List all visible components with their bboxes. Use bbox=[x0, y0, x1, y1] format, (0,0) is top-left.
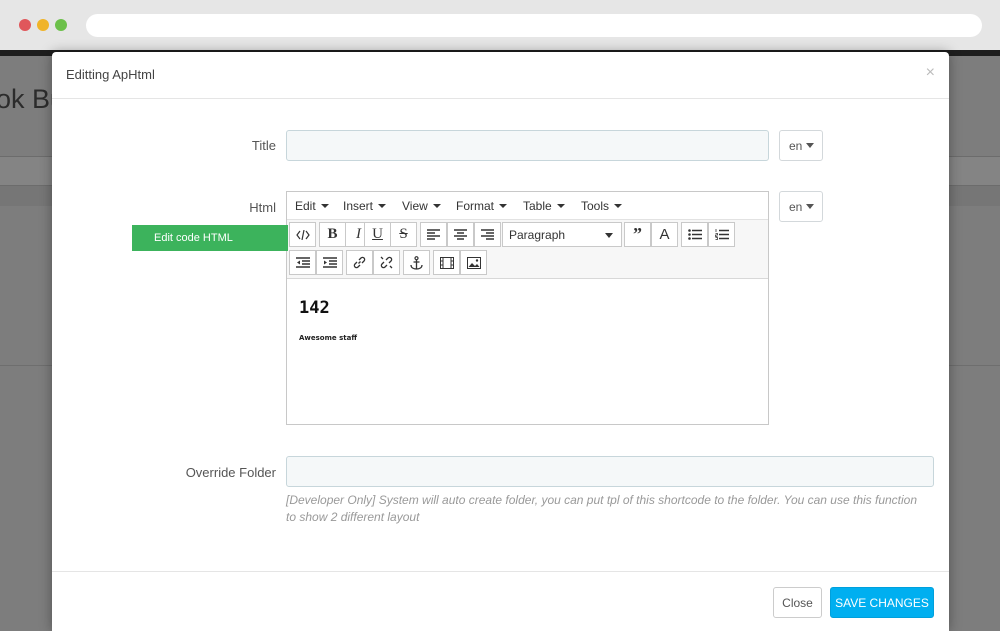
caret-down-icon bbox=[499, 204, 508, 208]
editor-menubar: Edit Insert View Format Table Tools bbox=[287, 192, 768, 220]
menu-format-label: Format bbox=[456, 199, 495, 213]
override-folder-label: Override Folder bbox=[185, 465, 276, 480]
link-icon[interactable] bbox=[346, 250, 373, 275]
align-left-icon[interactable] bbox=[420, 222, 447, 247]
caret-down-icon bbox=[556, 204, 565, 208]
caret-down-icon bbox=[806, 204, 815, 209]
menu-view[interactable]: View bbox=[402, 199, 441, 213]
window-close-dot[interactable] bbox=[19, 19, 31, 31]
caret-down-icon bbox=[378, 204, 387, 208]
blockquote-icon[interactable]: ” bbox=[624, 222, 651, 247]
title-label: Title bbox=[251, 138, 276, 153]
modal-close-icon[interactable]: × bbox=[926, 64, 935, 82]
anchor-icon[interactable] bbox=[403, 250, 430, 275]
align-center-icon[interactable] bbox=[447, 222, 474, 247]
menu-tools[interactable]: Tools bbox=[581, 199, 623, 213]
unlink-icon[interactable] bbox=[373, 250, 400, 275]
caret-down-icon bbox=[614, 204, 623, 208]
editor-toolbar: B I U S Paragraph ” A bbox=[287, 220, 768, 279]
block-format-dropdown[interactable]: Paragraph bbox=[502, 222, 622, 247]
bold-icon[interactable]: B bbox=[319, 222, 346, 247]
address-bar[interactable] bbox=[86, 14, 982, 37]
save-changes-button[interactable]: SAVE CHANGES bbox=[830, 587, 934, 618]
html-label: Html bbox=[249, 200, 276, 215]
outdent-icon[interactable] bbox=[289, 250, 316, 275]
override-folder-input[interactable] bbox=[286, 456, 934, 487]
content-heading: 142 bbox=[299, 298, 330, 318]
caret-down-icon bbox=[432, 204, 441, 208]
block-format-value: Paragraph bbox=[509, 228, 566, 242]
media-icon[interactable] bbox=[433, 250, 460, 275]
menu-tools-label: Tools bbox=[581, 199, 610, 213]
html-language-value: en bbox=[789, 200, 803, 214]
menu-view-label: View bbox=[402, 199, 428, 213]
window-maximize-dot[interactable] bbox=[55, 19, 67, 31]
modal-title: Editting ApHtml bbox=[66, 67, 155, 82]
code-icon[interactable] bbox=[289, 222, 316, 247]
menu-format[interactable]: Format bbox=[456, 199, 508, 213]
override-folder-help: [Developer Only] System will auto create… bbox=[286, 493, 918, 524]
browser-chrome bbox=[0, 0, 1000, 50]
window-minimize-dot[interactable] bbox=[37, 19, 49, 31]
caret-down-icon bbox=[806, 143, 815, 148]
edit-modal: Editting ApHtml × Title en Html en Edit … bbox=[52, 52, 949, 631]
title-language-value: en bbox=[789, 139, 803, 153]
align-right-icon[interactable] bbox=[474, 222, 501, 247]
image-icon[interactable] bbox=[460, 250, 487, 275]
menu-insert[interactable]: Insert bbox=[343, 199, 387, 213]
underline-icon[interactable]: U bbox=[364, 222, 391, 247]
menu-table-label: Table bbox=[523, 199, 552, 213]
edit-code-html-button[interactable]: Edit code HTML bbox=[132, 225, 288, 251]
title-input[interactable] bbox=[286, 130, 769, 161]
bullet-list-icon[interactable] bbox=[681, 222, 708, 247]
close-button[interactable]: Close bbox=[773, 587, 822, 618]
numbered-list-icon[interactable] bbox=[708, 222, 735, 247]
strikethrough-icon[interactable]: S bbox=[390, 222, 417, 247]
menu-edit[interactable]: Edit bbox=[295, 199, 329, 213]
title-language-dropdown[interactable]: en bbox=[779, 130, 823, 161]
caret-down-icon bbox=[320, 204, 329, 208]
editor-content-area[interactable]: 142 Awesome staff bbox=[287, 280, 768, 424]
caret-down-icon bbox=[605, 233, 613, 238]
content-paragraph: Awesome staff bbox=[299, 334, 357, 342]
menu-table[interactable]: Table bbox=[523, 199, 565, 213]
modal-header: Editting ApHtml × bbox=[52, 52, 949, 99]
html-language-dropdown[interactable]: en bbox=[779, 191, 823, 222]
menu-edit-label: Edit bbox=[295, 199, 316, 213]
text-color-icon[interactable]: A bbox=[651, 222, 678, 247]
rich-text-editor: Edit Insert View Format Table Tools B I … bbox=[286, 191, 769, 425]
menu-insert-label: Insert bbox=[343, 199, 374, 213]
indent-icon[interactable] bbox=[316, 250, 343, 275]
